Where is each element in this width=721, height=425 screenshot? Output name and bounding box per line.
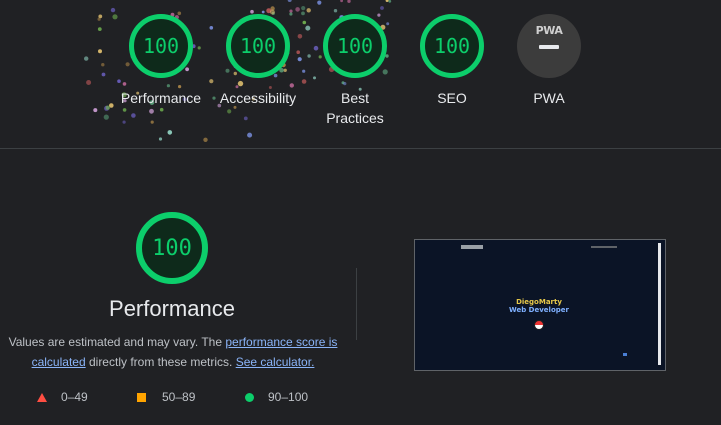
best-practices-score-gauge: 100 bbox=[323, 14, 387, 78]
confetti-dot bbox=[333, 9, 338, 13]
confetti-dot bbox=[97, 17, 101, 21]
confetti-dot bbox=[110, 7, 116, 13]
confetti-dot bbox=[340, 0, 343, 3]
accessibility-score-gauge: 100 bbox=[226, 14, 290, 78]
performance-main-gauge: 100 bbox=[136, 212, 208, 284]
triangle-icon bbox=[37, 392, 47, 402]
gauge-score: 100 bbox=[433, 34, 471, 58]
gauge-label: Best Practices bbox=[326, 90, 384, 126]
confetti-dot bbox=[301, 6, 306, 11]
gauge-label: SEO bbox=[437, 90, 467, 106]
pwa-badge-icon: PWA bbox=[517, 14, 581, 78]
confetti-dot bbox=[289, 9, 293, 13]
confetti-dot bbox=[295, 7, 300, 12]
confetti-dot bbox=[385, 0, 389, 2]
section-divider bbox=[0, 148, 721, 149]
screenshot-role: Web Developer bbox=[509, 306, 569, 314]
screenshot-logo bbox=[461, 245, 483, 249]
gauge-score: 100 bbox=[142, 34, 180, 58]
confetti-dot bbox=[98, 49, 102, 54]
legend-average: 50–89 bbox=[137, 390, 195, 404]
category-seo[interactable]: 100 SEO bbox=[402, 14, 502, 108]
square-icon bbox=[137, 392, 146, 402]
circle-icon bbox=[245, 392, 254, 402]
confetti-dot bbox=[306, 8, 311, 13]
confetti-dot bbox=[227, 109, 232, 114]
confetti-dot bbox=[131, 113, 136, 118]
confetti-dot bbox=[347, 0, 351, 3]
legend-label: 50–89 bbox=[162, 390, 196, 404]
confetti-dot bbox=[84, 56, 89, 61]
confetti-dot bbox=[266, 8, 272, 14]
confetti-dot bbox=[380, 6, 384, 10]
confetti-dot bbox=[261, 10, 265, 14]
confetti-dot bbox=[287, 0, 292, 2]
pokeball-icon bbox=[534, 320, 544, 330]
legend-label: 0–49 bbox=[61, 390, 88, 404]
confetti-dot bbox=[243, 116, 248, 121]
screenshot-heading: DiegoMarty Web Developer bbox=[415, 298, 663, 314]
category-pwa[interactable]: PWA PWA bbox=[499, 14, 599, 108]
gauge-label: Performance bbox=[120, 90, 202, 106]
confetti-dot bbox=[101, 72, 106, 77]
confetti-dot bbox=[149, 108, 154, 114]
confetti-dot bbox=[203, 137, 208, 142]
gauge-label: Accessibility bbox=[219, 90, 297, 106]
category-performance[interactable]: 100 Performance bbox=[111, 14, 211, 108]
gauge-label: PWA bbox=[533, 90, 565, 106]
desc-prefix: Values are estimated and may vary. The bbox=[8, 335, 226, 349]
seo-score-gauge: 100 bbox=[420, 14, 484, 78]
legend-label: 90–100 bbox=[268, 390, 309, 404]
performance-title: Performance bbox=[109, 296, 235, 321]
performance-score-gauge: 100 bbox=[129, 14, 193, 78]
confetti-dot bbox=[158, 137, 163, 141]
confetti-dot bbox=[159, 107, 164, 112]
vertical-divider bbox=[356, 268, 357, 340]
confetti-dot bbox=[122, 120, 126, 124]
confetti-dot bbox=[98, 14, 103, 19]
confetti-dot bbox=[103, 114, 109, 120]
category-best-practices[interactable]: 100 Best Practices bbox=[305, 14, 405, 128]
final-screenshot-thumbnail[interactable]: DiegoMarty Web Developer bbox=[414, 239, 666, 371]
confetti-dot bbox=[105, 105, 111, 110]
main-score: 100 bbox=[152, 235, 192, 261]
confetti-dot bbox=[97, 27, 102, 31]
confetti-dot bbox=[317, 0, 322, 5]
pwa-badge-text: PWA bbox=[535, 24, 563, 37]
gauge-score: 100 bbox=[336, 34, 374, 58]
confetti-dot bbox=[250, 9, 254, 14]
confetti-dot bbox=[101, 62, 105, 67]
confetti-dot bbox=[122, 108, 127, 112]
gauge-score: 100 bbox=[239, 34, 277, 58]
pwa-dash-icon bbox=[539, 45, 559, 49]
confetti-dot bbox=[104, 105, 110, 111]
confetti-dot bbox=[247, 132, 253, 138]
legend-pass: 90–100 bbox=[245, 390, 308, 404]
screenshot-marker bbox=[623, 353, 627, 356]
legend-fail: 0–49 bbox=[37, 390, 88, 404]
category-accessibility[interactable]: 100 Accessibility bbox=[208, 14, 308, 108]
confetti-dot bbox=[388, 0, 392, 3]
see-calculator-link[interactable]: See calculator. bbox=[236, 355, 315, 369]
screenshot-nav bbox=[591, 246, 617, 248]
confetti-dot bbox=[86, 80, 92, 85]
desc-mid: directly from these metrics. bbox=[85, 355, 236, 369]
confetti-dot bbox=[167, 130, 173, 135]
confetti-dot bbox=[270, 6, 275, 11]
performance-description: Values are estimated and may vary. The p… bbox=[8, 332, 338, 372]
screenshot-name: DiegoMarty bbox=[516, 298, 562, 306]
confetti-dot bbox=[150, 120, 154, 124]
confetti-dot bbox=[93, 108, 98, 113]
